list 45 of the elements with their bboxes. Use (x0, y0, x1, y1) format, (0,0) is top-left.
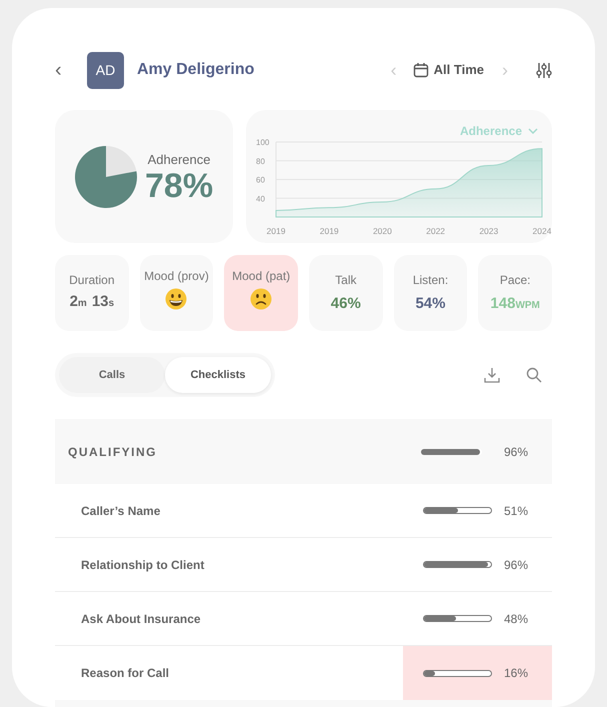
stat-label: Talk (335, 273, 356, 287)
axis-label: 2022 (426, 226, 446, 236)
axis-label: 2024 (532, 226, 552, 236)
stat-label: Duration (69, 273, 114, 287)
stat-label: Listen: (412, 273, 448, 287)
pie-chart (75, 146, 137, 208)
axis-label: 80 (256, 156, 265, 166)
tab[interactable]: Checklists (165, 357, 271, 393)
stat-value: 148WPM (490, 294, 540, 314)
stat-label: Pace: (500, 273, 530, 287)
axis-label: 100 (256, 138, 270, 147)
axis-label: 2023 (479, 226, 498, 236)
axis-label: 2019 (266, 226, 286, 236)
adherence-label: Adherence (148, 150, 210, 169)
download-icon[interactable] (484, 367, 500, 383)
checklist-item-label: Caller’s Name (80, 502, 160, 520)
avatar: AD (87, 52, 124, 88)
axis-label: 60 (256, 176, 265, 184)
percent-value: 96% (502, 444, 528, 460)
percent-value: 16% (504, 665, 528, 682)
stat-value: 46% (330, 294, 361, 314)
back-button[interactable]: ‹ (55, 55, 75, 85)
stat-label: Mood (pat) (232, 269, 290, 283)
period-selector[interactable]: All Time (434, 60, 484, 80)
checklist-item-label: Reason for Call (80, 665, 170, 682)
percent-value: 48% (504, 610, 528, 628)
duration-value: 2m 13s (70, 292, 114, 312)
tab[interactable]: Calls (59, 357, 165, 393)
section-title: QUALIFYING (68, 444, 157, 460)
percent-value: 51% (504, 502, 528, 520)
axis-label: 2019 (320, 226, 339, 236)
checklist-item-label: Ask About Insurance (80, 610, 201, 628)
search-icon[interactable] (526, 367, 542, 383)
checklist-item-label: Relationship to Client (80, 556, 204, 574)
calendar-icon (412, 62, 429, 78)
stat-label: Mood (prov) (144, 269, 209, 283)
adherence-value: 78% (145, 169, 214, 204)
user-name: Amy Deligerino (137, 60, 254, 80)
stat-value: 54% (415, 294, 446, 314)
frowning-face-icon (250, 288, 272, 310)
axis-label: 2020 (372, 226, 392, 236)
percent-value: 96% (504, 556, 528, 574)
axis-label: 40 (256, 194, 265, 204)
grinning-face-icon (165, 288, 188, 310)
filter-icon[interactable] (536, 62, 552, 78)
